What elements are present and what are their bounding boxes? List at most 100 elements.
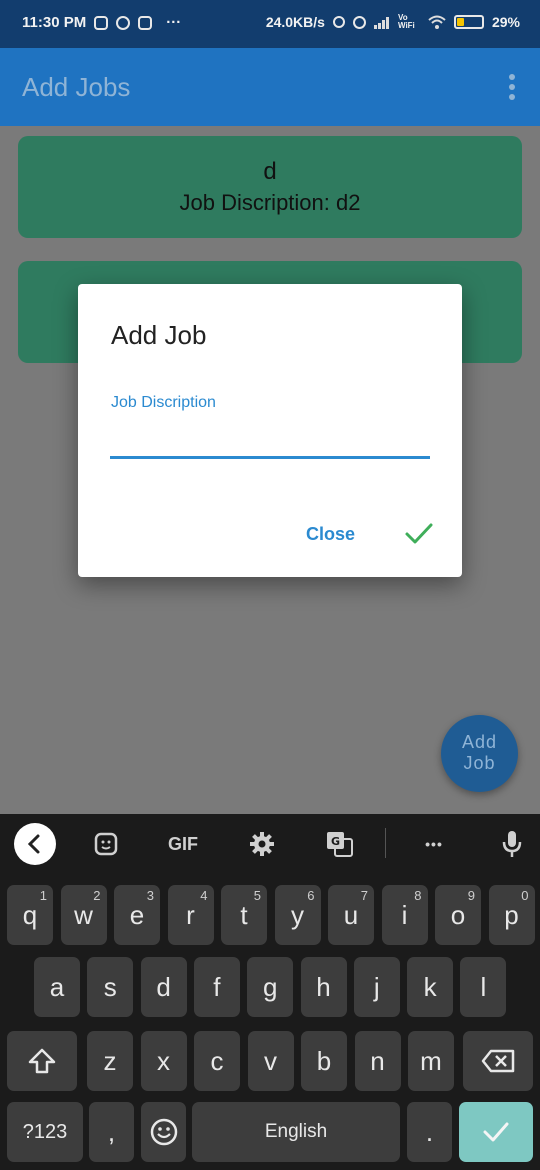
key-d[interactable]: d: [140, 957, 187, 1017]
key-label: l: [480, 971, 487, 1002]
key-label: e: [129, 899, 145, 930]
key-x[interactable]: x: [140, 1031, 187, 1091]
spacebar-key[interactable]: English: [192, 1102, 400, 1162]
key-label: u: [343, 899, 359, 930]
translate-icon[interactable]: G: [322, 814, 358, 874]
more-options-button[interactable]: •••: [412, 814, 456, 874]
key-p[interactable]: p0: [488, 885, 535, 945]
key-n[interactable]: n: [354, 1031, 401, 1091]
key-hint: 5: [253, 888, 261, 903]
fab-label-line2: Job: [463, 753, 496, 773]
settings-gear-icon[interactable]: [244, 814, 280, 874]
symbols-key[interactable]: ?123: [7, 1102, 83, 1162]
job-description-label: Job Discription: [111, 394, 216, 411]
dialog-title: Add Job: [111, 320, 207, 350]
key-s[interactable]: s: [87, 957, 134, 1017]
key-e[interactable]: e3: [114, 885, 160, 945]
check-icon[interactable]: [404, 522, 434, 546]
key-label: c: [210, 1045, 224, 1076]
battery-percent: 29%: [491, 14, 520, 30]
period-key[interactable]: .: [407, 1102, 452, 1162]
signal-icon: [373, 16, 390, 29]
sticker-icon[interactable]: [88, 814, 124, 874]
alarm-icon: [352, 15, 366, 29]
key-label: g: [262, 971, 278, 1002]
key-b[interactable]: b: [301, 1031, 347, 1091]
job-title: d: [263, 158, 277, 185]
key-label: w: [74, 899, 93, 930]
key-label: p: [504, 899, 519, 930]
key-g[interactable]: g: [247, 957, 294, 1017]
svg-text:G: G: [331, 835, 340, 848]
key-label: s: [103, 971, 117, 1002]
key-label: b: [316, 1045, 332, 1076]
key-hint: 0: [521, 888, 529, 903]
emoji-key[interactable]: [141, 1102, 186, 1162]
key-hint: 7: [360, 888, 368, 903]
key-m[interactable]: m: [408, 1031, 454, 1091]
key-label: d: [156, 971, 171, 1002]
key-label: n: [370, 1045, 385, 1076]
key-h[interactable]: h: [300, 957, 347, 1017]
key-v[interactable]: v: [247, 1031, 294, 1091]
job-description: Job Discription: d2: [179, 190, 361, 215]
status-more-dots: ···: [166, 14, 182, 31]
keyboard-back-button[interactable]: [14, 823, 56, 865]
key-label: h: [316, 971, 331, 1002]
key-j[interactable]: j: [353, 957, 400, 1017]
key-hint: 8: [414, 888, 422, 903]
key-label: j: [373, 971, 380, 1002]
key-a[interactable]: a: [34, 957, 80, 1017]
microphone-icon[interactable]: [496, 814, 528, 874]
overflow-menu-icon[interactable]: [508, 74, 516, 100]
shift-key[interactable]: [7, 1031, 77, 1091]
mute-icon: [332, 16, 345, 28]
backspace-key[interactable]: [463, 1031, 533, 1091]
app-title: Add Jobs: [22, 72, 131, 102]
key-f[interactable]: f: [193, 957, 240, 1017]
key-i[interactable]: i8: [381, 885, 428, 945]
soft-keyboard: GIF G ••• ?123 , English . q1w2e3r4t5y6u…: [0, 814, 540, 1170]
key-z[interactable]: z: [87, 1031, 133, 1091]
key-label: q: [22, 899, 38, 930]
key-label: v: [264, 1045, 277, 1076]
app-bar: Add Jobs: [0, 48, 540, 126]
facebook-icon: [116, 15, 131, 30]
job-card[interactable]: d Job Discription: d2: [18, 136, 522, 238]
vowifi-label: Vo WiFi: [397, 13, 415, 30]
comma-key[interactable]: ,: [89, 1102, 134, 1162]
status-time: 11:30 PM: [22, 14, 87, 31]
key-hint: 4: [200, 888, 208, 903]
key-label: a: [49, 971, 65, 1002]
key-q[interactable]: q1: [7, 885, 53, 945]
key-hint: 6: [307, 888, 315, 903]
add-job-fab[interactable]: Add Job: [441, 715, 518, 792]
instagram-icon: [138, 15, 153, 30]
key-r[interactable]: r4: [167, 885, 214, 945]
key-label: y: [291, 899, 304, 930]
toolbar-divider: [385, 828, 386, 858]
key-hint: 3: [146, 888, 154, 903]
key-label: z: [103, 1045, 117, 1076]
key-y[interactable]: y6: [274, 885, 321, 945]
key-o[interactable]: o9: [435, 885, 481, 945]
key-l[interactable]: l: [460, 957, 507, 1017]
add-job-dialog: Add Job Job Discription Close: [78, 284, 462, 577]
job-description-input[interactable]: [110, 412, 430, 459]
network-speed: 24.0KB/s: [265, 14, 325, 30]
battery-icon: [453, 15, 484, 29]
key-k[interactable]: k: [407, 957, 454, 1017]
key-hint: 1: [39, 888, 47, 903]
fab-label-line1: Add: [461, 732, 498, 752]
gif-button[interactable]: GIF: [158, 814, 208, 874]
key-label: x: [157, 1045, 170, 1076]
key-c[interactable]: c: [194, 1031, 240, 1091]
status-bar: 11:30 PM ··· 24.0KB/s Vo WiFi 29%: [0, 0, 540, 48]
key-label: r: [186, 899, 195, 930]
close-button[interactable]: Close: [306, 524, 355, 545]
key-label: t: [240, 899, 248, 930]
enter-key[interactable]: [459, 1102, 533, 1162]
key-t[interactable]: t5: [221, 885, 267, 945]
key-u[interactable]: u7: [328, 885, 374, 945]
key-w[interactable]: w2: [60, 885, 107, 945]
